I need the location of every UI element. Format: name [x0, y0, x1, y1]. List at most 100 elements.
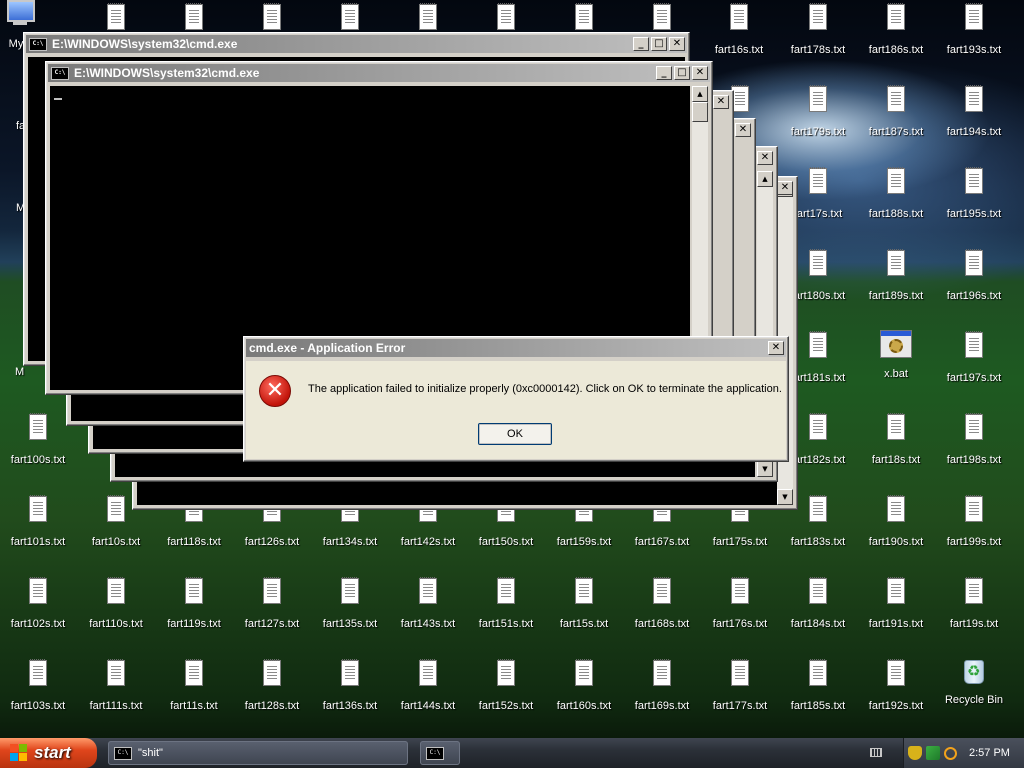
desktop-file-icon[interactable]: fart193s.txt [936, 2, 1012, 72]
file-label: fart186s.txt [868, 44, 924, 56]
desktop-file-icon[interactable] [468, 2, 544, 32]
desktop-file-icon[interactable]: fart192s.txt [858, 658, 934, 728]
scroll-down-button[interactable]: ▼ [777, 489, 793, 505]
error-icon: ✕ [259, 375, 291, 407]
close-button[interactable]: ✕ [757, 151, 773, 165]
close-button[interactable]: ✕ [768, 341, 784, 355]
desktop-file-icon[interactable] [312, 2, 388, 32]
text-file-icon [29, 659, 47, 686]
minimize-button[interactable]: _ [656, 66, 672, 80]
taskbar-button-cmd-2[interactable]: C:\ [420, 741, 460, 765]
text-file-icon [887, 85, 905, 112]
start-label: start [34, 743, 71, 762]
desktop-file-icon[interactable]: fart198s.txt [936, 412, 1012, 482]
desktop-file-icon[interactable]: fart194s.txt [936, 84, 1012, 154]
desktop-bat-icon[interactable]: x.bat [858, 330, 934, 400]
close-button[interactable]: ✕ [692, 66, 708, 80]
computer-icon [5, 0, 35, 26]
error-dialog[interactable]: cmd.exe - Application Error ✕ ✕ The appl… [243, 336, 789, 462]
desktop-file-icon[interactable] [624, 2, 700, 32]
desktop-file-icon[interactable]: fart101s.txt [0, 494, 76, 564]
desktop-file-icon[interactable]: fart178s.txt [780, 2, 856, 72]
desktop-file-icon[interactable]: fart110s.txt [78, 576, 154, 646]
desktop-file-icon[interactable]: fart179s.txt [780, 84, 856, 154]
desktop-file-icon[interactable]: fart119s.txt [156, 576, 232, 646]
title-bar[interactable]: C:\ E:\WINDOWS\system32\cmd.exe _ □ ✕ [26, 35, 687, 53]
desktop-file-icon[interactable]: fart196s.txt [936, 248, 1012, 318]
desktop-file-icon[interactable]: fart100s.txt [0, 412, 76, 482]
desktop-file-icon[interactable]: fart188s.txt [858, 166, 934, 236]
scroll-down-button[interactable]: ▼ [757, 461, 773, 477]
desktop-file-icon[interactable]: fart168s.txt [624, 576, 700, 646]
desktop-file-icon[interactable] [156, 2, 232, 32]
maximize-button[interactable]: □ [651, 37, 667, 51]
desktop-file-icon[interactable]: fart187s.txt [858, 84, 934, 154]
file-label: fart102s.txt [10, 618, 66, 630]
desktop-file-icon[interactable] [234, 2, 310, 32]
network-icon[interactable] [926, 746, 940, 760]
desktop-file-icon[interactable]: fart186s.txt [858, 2, 934, 72]
desktop-file-icon[interactable]: fart15s.txt [546, 576, 622, 646]
desktop-file-icon[interactable]: fart111s.txt [78, 658, 154, 728]
maximize-button[interactable]: □ [674, 66, 690, 80]
close-button[interactable]: ✕ [713, 95, 729, 109]
clock[interactable]: 2:57 PM [969, 747, 1010, 759]
desktop-file-icon[interactable]: fart18s.txt [858, 412, 934, 482]
desktop-file-icon[interactable]: fart11s.txt [156, 658, 232, 728]
desktop-file-icon[interactable]: fart184s.txt [780, 576, 856, 646]
dialog-title-bar[interactable]: cmd.exe - Application Error ✕ [246, 339, 786, 357]
file-label: fart15s.txt [559, 618, 609, 630]
file-label: fart143s.txt [400, 618, 456, 630]
desktop-file-icon[interactable]: fart176s.txt [702, 576, 778, 646]
desktop-file-icon[interactable]: fart197s.txt [936, 330, 1012, 400]
title-bar[interactable]: C:\ E:\WINDOWS\system32\cmd.exe _ □ ✕ [48, 64, 710, 82]
desktop-file-icon[interactable]: fart160s.txt [546, 658, 622, 728]
scroll-up-button[interactable]: ▲ [757, 171, 773, 187]
desktop-file-icon[interactable]: fart136s.txt [312, 658, 388, 728]
desktop-file-icon[interactable] [546, 2, 622, 32]
cmd-icon: C:\ [29, 37, 47, 51]
ok-button[interactable]: OK [478, 423, 552, 445]
desktop-file-icon[interactable]: fart169s.txt [624, 658, 700, 728]
recycle-bin[interactable]: Recycle Bin [936, 656, 1012, 726]
desktop-file-icon[interactable] [78, 2, 154, 32]
desktop-file-icon[interactable]: fart127s.txt [234, 576, 310, 646]
file-label: fart144s.txt [400, 700, 456, 712]
desktop-file-icon[interactable]: fart189s.txt [858, 248, 934, 318]
desktop-file-icon[interactable]: fart135s.txt [312, 576, 388, 646]
desktop-file-icon[interactable]: fart191s.txt [858, 576, 934, 646]
desktop-file-icon[interactable]: fart143s.txt [390, 576, 466, 646]
desktop-file-icon[interactable]: fart185s.txt [780, 658, 856, 728]
close-button[interactable]: ✕ [777, 181, 793, 195]
desktop-file-icon[interactable]: fart19s.txt [936, 576, 1012, 646]
text-file-icon [185, 3, 203, 30]
desktop-file-icon[interactable]: fart190s.txt [858, 494, 934, 564]
close-button[interactable]: ✕ [669, 37, 685, 51]
desktop-file-icon[interactable]: fart195s.txt [936, 166, 1012, 236]
shield-icon[interactable] [908, 746, 922, 760]
desktop-file-icon[interactable]: fart103s.txt [0, 658, 76, 728]
desktop-file-icon[interactable]: fart177s.txt [702, 658, 778, 728]
desktop-file-icon[interactable]: fart144s.txt [390, 658, 466, 728]
taskbar-button-cmd[interactable]: C:\ "shit" [108, 741, 408, 765]
scroll-thumb[interactable] [692, 102, 708, 122]
search-icon[interactable] [944, 746, 957, 760]
text-file-icon [965, 577, 983, 604]
keyboard-icon[interactable] [870, 748, 882, 757]
desktop-file-icon[interactable]: fart199s.txt [936, 494, 1012, 564]
text-file-icon [497, 577, 515, 604]
desktop-file-icon[interactable]: fart152s.txt [468, 658, 544, 728]
desktop-file-icon[interactable]: fart102s.txt [0, 576, 76, 646]
minimize-button[interactable]: _ [633, 37, 649, 51]
start-button[interactable]: start [0, 738, 97, 768]
text-file-icon [419, 3, 437, 30]
file-label: fart110s.txt [89, 618, 143, 630]
desktop-file-icon[interactable]: fart128s.txt [234, 658, 310, 728]
file-label: fart167s.txt [634, 536, 690, 548]
text-file-icon [809, 3, 827, 30]
close-button[interactable]: ✕ [735, 123, 751, 137]
scroll-up-button[interactable]: ▲ [692, 86, 708, 102]
text-file-icon [419, 577, 437, 604]
desktop-file-icon[interactable] [390, 2, 466, 32]
desktop-file-icon[interactable]: fart151s.txt [468, 576, 544, 646]
